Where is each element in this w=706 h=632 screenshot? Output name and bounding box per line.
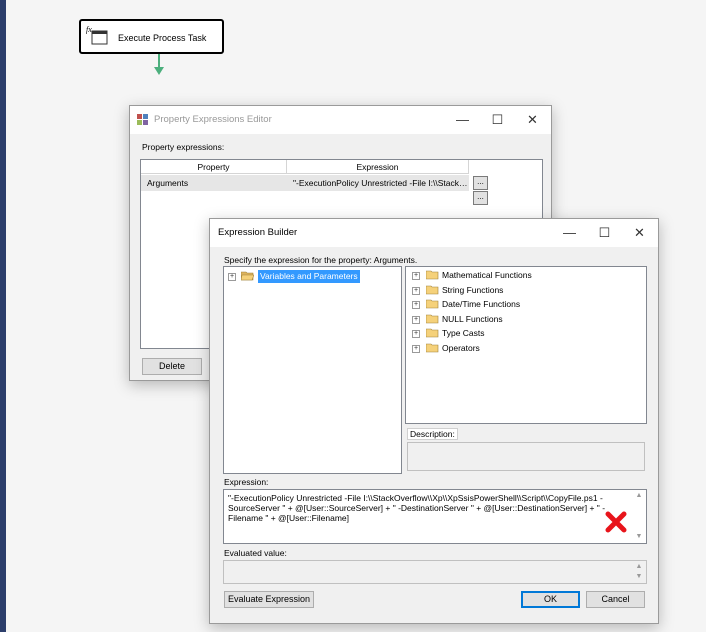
expression-ellipsis-button[interactable]: ... <box>473 176 488 190</box>
tree-node-label[interactable]: Date/Time Functions <box>442 298 520 311</box>
title-bar: Expression Builder — ☐ ✕ <box>210 219 658 247</box>
column-header-expression[interactable]: Expression <box>287 160 469 174</box>
execute-process-task[interactable]: fx Execute Process Task <box>79 19 224 54</box>
scroll-down-icon[interactable]: ▼ <box>634 532 644 542</box>
window-app-icon <box>137 114 148 125</box>
tree-node-function[interactable]: + Operators <box>412 342 632 355</box>
cell-expression[interactable]: "-ExecutionPolicy Unrestricted -File I:\… <box>287 175 469 191</box>
error-x-icon <box>605 511 627 533</box>
folder-icon <box>426 285 439 294</box>
description-label: Description: <box>407 428 458 440</box>
evaluated-value-label: Evaluated value: <box>224 548 287 558</box>
expand-icon[interactable]: + <box>412 344 420 353</box>
expression-builder-window: Expression Builder — ☐ ✕ Specify the exp… <box>209 218 659 624</box>
expand-icon[interactable]: + <box>412 301 420 309</box>
scroll-down-icon: ▼ <box>635 573 643 580</box>
task-label: Execute Process Task <box>118 33 207 43</box>
maximize-button[interactable]: ☐ <box>480 106 515 134</box>
folder-icon <box>426 270 439 280</box>
expand-icon[interactable]: + <box>412 272 420 280</box>
expression-textbox[interactable]: "-ExecutionPolicy Unrestricted -File I:\… <box>223 489 647 544</box>
folder-icon <box>426 299 439 309</box>
folder-icon <box>426 343 439 352</box>
cancel-button[interactable]: Cancel <box>586 591 645 608</box>
expression-label: Expression: <box>224 477 269 487</box>
tree-node-label[interactable]: Type Casts <box>442 327 485 340</box>
maximize-button[interactable]: ☐ <box>587 219 622 247</box>
fx-task-icon: fx <box>86 25 108 45</box>
folder-open-icon <box>241 271 254 281</box>
instruction-label: Specify the expression for the property:… <box>224 255 418 265</box>
cell-property[interactable]: Arguments <box>141 175 287 191</box>
tree-node-function[interactable]: + Mathematical Functions <box>412 269 632 282</box>
description-box <box>407 442 645 471</box>
expand-icon[interactable]: + <box>412 330 420 338</box>
minimize-button[interactable]: — <box>445 106 480 134</box>
expand-icon[interactable]: + <box>412 286 420 295</box>
tree-node-function[interactable]: + Date/Time Functions <box>412 298 632 311</box>
tree-node-label[interactable]: NULL Functions <box>442 313 503 326</box>
column-header-property[interactable]: Property <box>141 160 287 174</box>
scroll-up-icon: ▲ <box>635 563 643 570</box>
tree-node-label[interactable]: String Functions <box>442 284 503 297</box>
close-button[interactable]: ✕ <box>622 219 657 247</box>
expression-text[interactable]: "-ExecutionPolicy Unrestricted -File I:\… <box>228 493 613 523</box>
precedence-arrow-icon <box>154 67 164 75</box>
tree-node-function[interactable]: + Type Casts <box>412 327 632 340</box>
evaluated-value-box: ▲ ▼ <box>223 560 647 584</box>
new-row-ellipsis-button[interactable]: ... <box>473 191 488 205</box>
tree-node-label[interactable]: Mathematical Functions <box>442 269 532 282</box>
ok-button[interactable]: OK <box>521 591 580 608</box>
svg-text:fx: fx <box>86 25 92 34</box>
functions-tree[interactable]: + Mathematical Functions + String Functions… <box>405 266 647 424</box>
expand-icon[interactable]: + <box>412 315 420 324</box>
tree-node-function[interactable]: + NULL Functions <box>412 313 632 326</box>
tree-node-function[interactable]: + String Functions <box>412 284 632 297</box>
minimize-button[interactable]: — <box>552 219 587 247</box>
tree-node-label[interactable]: Operators <box>442 342 480 355</box>
scroll-up-icon[interactable]: ▲ <box>634 491 644 501</box>
tree-node-label[interactable]: Variables and Parameters <box>258 270 360 283</box>
title-bar: Property Expressions Editor — ☐ ✕ <box>130 106 551 134</box>
variables-tree[interactable]: + Variables and Parameters <box>223 266 402 474</box>
section-label: Property expressions: <box>142 142 225 152</box>
evaluate-expression-button[interactable]: Evaluate Expression <box>224 591 314 608</box>
expand-icon[interactable]: + <box>228 273 236 281</box>
designer-left-edge <box>0 0 6 632</box>
window-title: Property Expressions Editor <box>154 114 272 125</box>
close-button[interactable]: ✕ <box>515 106 550 134</box>
folder-icon <box>426 314 439 323</box>
delete-button[interactable]: Delete <box>142 358 202 375</box>
window-title: Expression Builder <box>218 227 298 238</box>
tree-node-variables[interactable]: + Variables and Parameters <box>228 270 398 283</box>
folder-icon <box>426 328 439 338</box>
